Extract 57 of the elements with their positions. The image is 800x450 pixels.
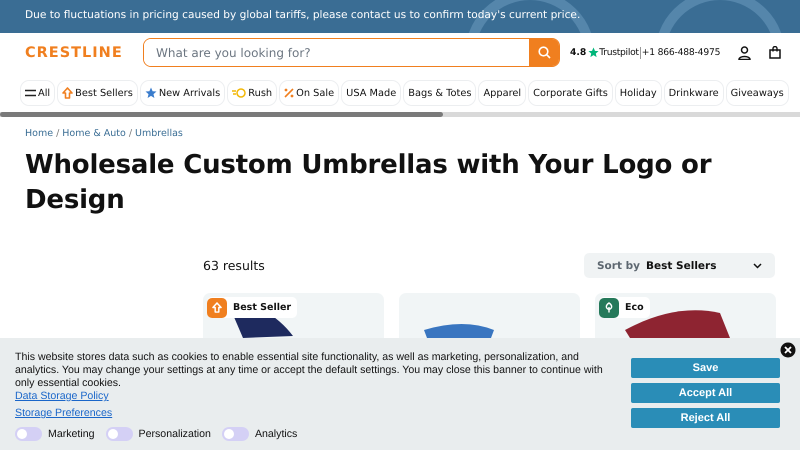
breadcrumb-link[interactable]: Home & Auto: [62, 128, 126, 138]
menu-icon: [25, 89, 36, 97]
search-icon: [538, 46, 550, 59]
scrollbar-thumb[interactable]: [0, 112, 443, 117]
category-tab[interactable]: Best Sellers: [57, 80, 138, 106]
review-site-name[interactable]: Trustpilot: [599, 47, 639, 58]
chevron-down-icon: [753, 262, 762, 268]
page-title: Wholesale Custom Umbrellas with Your Logo or Design: [25, 149, 712, 217]
cookie-button[interactable]: Save: [631, 358, 780, 378]
breadcrumb-link[interactable]: Home: [25, 128, 54, 138]
arrow-up-icon: [62, 87, 74, 99]
search-field[interactable]: What are you looking for?: [143, 38, 560, 67]
account-icon[interactable]: [738, 46, 752, 60]
product-badge: Eco: [599, 297, 650, 318]
category-tab[interactable]: Bags & Totes: [403, 80, 476, 106]
toggle-label: Analytics: [254, 428, 298, 440]
toggle-switch[interactable]: [222, 427, 249, 441]
speed-clock-icon: [232, 88, 246, 98]
tree-icon: [604, 302, 614, 313]
results-count: 63 results: [203, 258, 265, 273]
phone-number[interactable]: +1 866-488-4975: [642, 47, 720, 58]
category-tab[interactable]: On Sale: [279, 80, 340, 106]
cookie-button[interactable]: Reject All: [631, 408, 780, 428]
shopping-bag-icon[interactable]: [769, 46, 782, 59]
category-tab[interactable]: New Arrivals: [140, 80, 226, 106]
preferences-link[interactable]: Storage Preferences: [15, 407, 112, 419]
breadcrumb-current[interactable]: Umbrellas: [135, 128, 183, 138]
rating-value: 4.8: [570, 47, 586, 58]
star-icon: [144, 87, 157, 99]
category-tab[interactable]: All: [20, 80, 56, 106]
category-tab[interactable]: Holiday: [614, 80, 662, 106]
category-tab[interactable]: Rush: [227, 80, 278, 106]
product-card[interactable]: Eco: [595, 293, 776, 338]
category-tab[interactable]: USA Made: [341, 80, 402, 106]
category-tab[interactable]: Giveaways: [726, 80, 789, 106]
policy-link[interactable]: Data Storage Policy: [15, 390, 109, 402]
close-icon[interactable]: [780, 342, 796, 358]
percent-icon: [284, 88, 294, 98]
cookie-notice-text: This website stores data such as cookies to enable essential site functionality, as well as marketing, personalization, and analytics. You may change your settings at any time or accept the default settings. You may close this banner to continue with only essential cookies.: [15, 351, 604, 390]
breadcrumb-separator: /: [128, 128, 132, 138]
toggle-label: Marketing: [48, 428, 95, 440]
category-tab[interactable]: Apparel: [478, 80, 526, 106]
breadcrumb-separator: /: [56, 128, 60, 138]
category-tab[interactable]: Corporate Gifts: [528, 80, 613, 106]
cookie-button[interactable]: Accept All: [631, 383, 780, 403]
star-icon: [588, 47, 600, 58]
toggle-switch[interactable]: [15, 427, 42, 441]
toggle-switch[interactable]: [106, 427, 133, 441]
toggle-label: Personalization: [138, 428, 211, 440]
product-card[interactable]: Best Seller: [203, 293, 384, 338]
product-card[interactable]: [399, 293, 580, 338]
sort-dropdown[interactable]: Sort by Best Sellers: [584, 253, 775, 278]
arrow-up-icon: [212, 302, 222, 313]
search-button[interactable]: [529, 39, 559, 66]
category-tab[interactable]: Drinkware: [664, 80, 724, 106]
announcement-text: Due to fluctuations in pricing caused by global tariffs, please contact us to confirm today's current price.: [25, 9, 580, 21]
product-badge: Best Seller: [207, 297, 298, 318]
